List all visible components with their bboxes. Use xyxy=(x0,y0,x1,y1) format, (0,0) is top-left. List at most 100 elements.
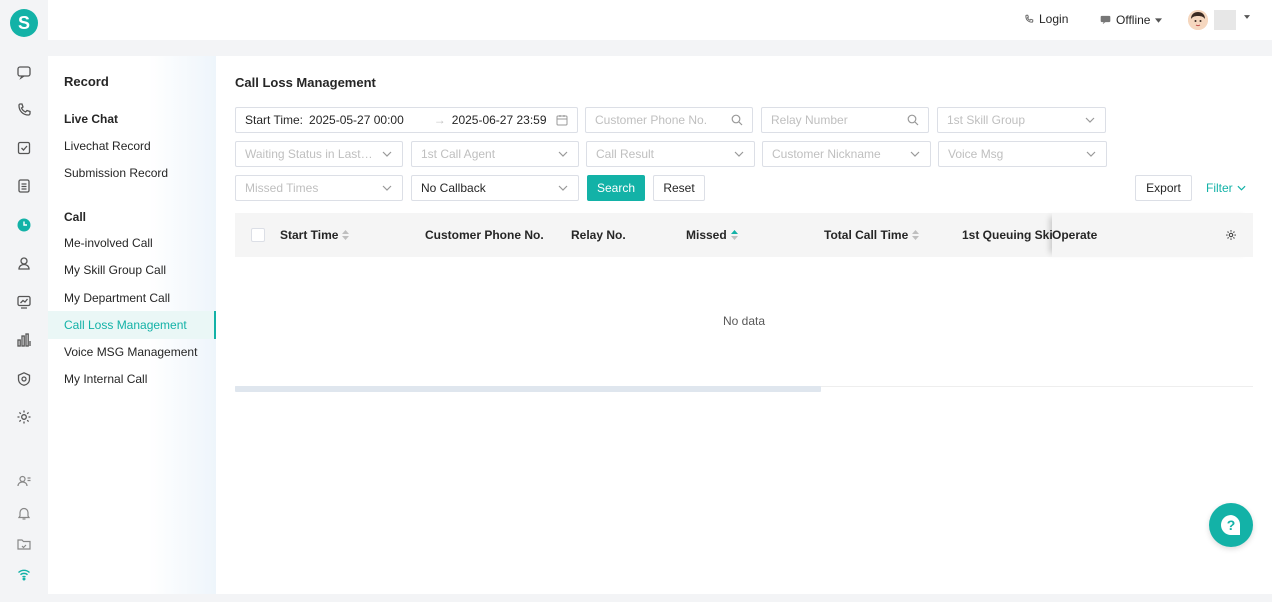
reset-button[interactable]: Reset xyxy=(653,175,705,201)
callback-value: No Callback xyxy=(421,181,486,195)
search-icon xyxy=(907,114,919,126)
settings-icon[interactable] xyxy=(14,407,34,427)
user-name-placeholder[interactable] xyxy=(1214,10,1236,30)
filter-label: Filter xyxy=(1206,181,1233,195)
app-logo[interactable]: S xyxy=(10,9,38,37)
caret-down-icon xyxy=(1155,17,1163,23)
start-time-label: Start Time: xyxy=(245,113,304,127)
customer-nickname-select[interactable]: Customer Nickname xyxy=(762,141,931,167)
column-total-call-time-label: Total Call Time xyxy=(824,228,909,242)
nav-item-livechat-record[interactable]: Livechat Record xyxy=(48,132,216,160)
empty-state: No data xyxy=(722,314,766,328)
nav-group-call: Call xyxy=(64,210,87,224)
column-start-time[interactable]: Start Time xyxy=(280,213,350,257)
start-time-to[interactable]: 2025-06-27 23:59 xyxy=(452,113,550,127)
gear-icon[interactable] xyxy=(1225,229,1237,241)
start-time-range-picker[interactable]: Start Time: 2025-05-27 00:00 → 2025-06-2… xyxy=(235,107,578,133)
top-bar: Login Offline xyxy=(48,0,1272,40)
agent-icon[interactable] xyxy=(14,471,34,491)
shield-icon[interactable] xyxy=(14,369,34,389)
skill-group-placeholder: 1st Skill Group xyxy=(947,113,1026,127)
document-icon[interactable] xyxy=(14,176,34,196)
column-customer-phone: Customer Phone No. xyxy=(425,213,544,257)
chevron-down-icon xyxy=(910,151,920,157)
wifi-icon[interactable] xyxy=(14,564,34,584)
voice-msg-placeholder: Voice Msg xyxy=(948,147,1004,161)
nav-item-submission-record[interactable]: Submission Record xyxy=(48,159,216,187)
sort-icon[interactable] xyxy=(342,230,350,240)
chevron-down-icon xyxy=(1085,117,1095,123)
main-panel: Call Loss Management Start Time: 2025-05… xyxy=(216,56,1272,594)
monitor-icon[interactable] xyxy=(14,292,34,312)
avatar[interactable] xyxy=(1188,10,1208,30)
folder-icon[interactable] xyxy=(14,534,34,554)
calendar-icon xyxy=(556,115,568,126)
nav-item-call-loss-management[interactable]: Call Loss Management xyxy=(48,311,216,339)
column-missed-label: Missed xyxy=(686,228,727,242)
svg-text:?: ? xyxy=(1227,517,1236,533)
login-button[interactable]: Login xyxy=(1024,12,1068,26)
filter-toggle[interactable]: Filter xyxy=(1206,181,1246,195)
chevron-down-icon xyxy=(1237,185,1246,191)
column-total-call-time[interactable]: Total Call Time xyxy=(824,213,920,257)
missed-times-placeholder: Missed Times xyxy=(245,181,319,195)
skill-group-select[interactable]: 1st Skill Group xyxy=(937,107,1106,133)
column-operate-label: Operate xyxy=(1052,228,1098,242)
range-arrow: → xyxy=(433,113,446,127)
phone-icon xyxy=(1025,14,1034,23)
column-relay-no: Relay No. xyxy=(571,213,626,257)
nav-item-voice-msg-management[interactable]: Voice MSG Management xyxy=(48,338,216,366)
call-result-placeholder: Call Result xyxy=(596,147,655,161)
column-missed[interactable]: Missed xyxy=(686,213,738,257)
chevron-down-icon xyxy=(734,151,744,157)
phone-icon[interactable] xyxy=(14,100,34,120)
nav-title: Record xyxy=(64,74,109,89)
help-button[interactable]: ? xyxy=(1209,503,1253,547)
column-operate: Operate xyxy=(1052,213,1253,257)
waiting-status-select[interactable]: Waiting Status in Last Qu... xyxy=(235,141,403,167)
call-result-select[interactable]: Call Result xyxy=(586,141,755,167)
call-agent-select[interactable]: 1st Call Agent xyxy=(411,141,579,167)
nav-item-me-involved-call[interactable]: Me-involved Call xyxy=(48,229,216,257)
chevron-down-icon xyxy=(382,185,392,191)
bell-icon[interactable] xyxy=(14,503,34,523)
icon-rail: S xyxy=(0,0,48,602)
nav-item-my-internal-call[interactable]: My Internal Call xyxy=(48,365,216,393)
start-time-from[interactable]: 2025-05-27 00:00 xyxy=(309,113,404,127)
bar-chart-icon[interactable] xyxy=(14,330,34,350)
export-button[interactable]: Export xyxy=(1135,175,1192,201)
sort-icon[interactable] xyxy=(912,230,920,240)
call-agent-placeholder: 1st Call Agent xyxy=(421,147,496,161)
status-label: Offline xyxy=(1116,13,1151,27)
contact-icon[interactable] xyxy=(14,253,34,273)
column-queuing-label: 1st Queuing Skill Group xyxy=(962,228,1052,242)
relay-number-input[interactable]: Relay Number xyxy=(761,107,929,133)
missed-times-select[interactable]: Missed Times xyxy=(235,175,403,201)
chat-icon[interactable] xyxy=(14,62,34,82)
customer-phone-input[interactable]: Customer Phone No. xyxy=(585,107,753,133)
voice-msg-select[interactable]: Voice Msg xyxy=(938,141,1107,167)
nav-group-live-chat: Live Chat xyxy=(64,112,119,126)
clock-icon[interactable] xyxy=(14,215,34,235)
table-header: Start Time Customer Phone No. Relay No. … xyxy=(235,213,1253,257)
sort-icon[interactable] xyxy=(730,230,738,240)
chevron-down-icon xyxy=(558,185,568,191)
user-caret-icon[interactable] xyxy=(1244,15,1250,19)
task-icon[interactable] xyxy=(14,138,34,158)
column-start-time-label: Start Time xyxy=(280,228,339,242)
page-title: Call Loss Management xyxy=(235,75,376,90)
customer-phone-placeholder: Customer Phone No. xyxy=(595,113,708,127)
search-button[interactable]: Search xyxy=(587,175,645,201)
chevron-down-icon xyxy=(382,151,392,157)
customer-nickname-placeholder: Customer Nickname xyxy=(772,147,881,161)
horizontal-scrollbar[interactable] xyxy=(235,386,821,392)
select-all-checkbox[interactable] xyxy=(251,228,265,242)
waiting-status-placeholder: Waiting Status in Last Qu... xyxy=(245,147,375,161)
login-label: Login xyxy=(1039,12,1069,26)
status-dropdown[interactable]: Offline xyxy=(1100,13,1163,27)
callback-select[interactable]: No Callback xyxy=(411,175,579,201)
nav-item-my-department-call[interactable]: My Department Call xyxy=(48,284,216,312)
chevron-down-icon xyxy=(1086,151,1096,157)
help-icon: ? xyxy=(1221,515,1241,535)
nav-item-my-skill-group-call[interactable]: My Skill Group Call xyxy=(48,256,216,284)
